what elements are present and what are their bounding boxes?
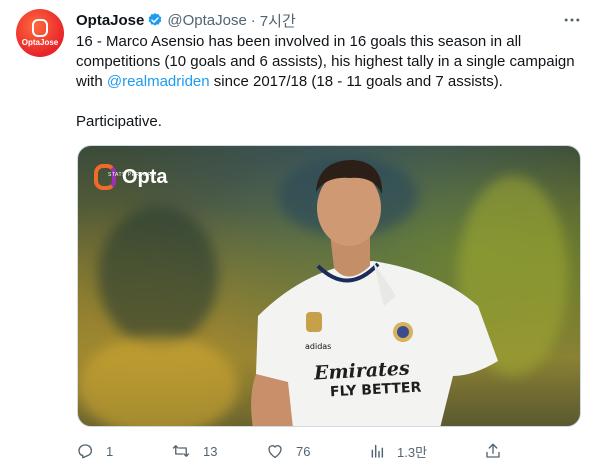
share-icon xyxy=(486,443,500,458)
retweet-button[interactable]: 13 xyxy=(171,442,266,460)
tweet-text-part-2: since 2017/18 (18 - 11 goals and 7 assis… xyxy=(209,73,503,90)
author-name[interactable]: OptaJose xyxy=(76,12,144,29)
retweet-icon xyxy=(172,445,190,457)
reply-button[interactable]: 1 xyxy=(76,442,171,460)
tweet-text: 16 - Marco Asensio has been involved in … xyxy=(76,32,586,132)
opta-logo-sub: STATS PERFORM xyxy=(108,172,157,178)
verified-icon xyxy=(147,12,163,28)
retweet-count: 13 xyxy=(203,443,218,459)
reply-icon xyxy=(78,444,93,459)
avatar[interactable]: OptaJose xyxy=(16,9,64,57)
shirt-shape xyxy=(256,261,498,426)
tweet-text-part-3: Participative. xyxy=(76,113,162,130)
tweet-actions: 1 13 76 1.3만 xyxy=(76,441,586,461)
reply-count: 1 xyxy=(106,443,114,459)
svg-text:adidas: adidas xyxy=(305,342,331,351)
opta-mark-icon xyxy=(32,19,48,37)
tweet-photo[interactable]: adidas Emirates FLY BETTER Opta STATS PE… xyxy=(77,145,581,427)
views-icon xyxy=(371,444,384,458)
like-count: 76 xyxy=(296,443,311,459)
separator-dot: · xyxy=(250,11,256,29)
author-handle[interactable]: @OptaJose xyxy=(167,12,246,29)
mention-link[interactable]: @realmadriden xyxy=(107,73,210,90)
share-button[interactable] xyxy=(484,442,514,460)
timestamp[interactable]: 7시간 xyxy=(260,10,296,31)
views-count: 1.3만 xyxy=(397,444,428,460)
views-button[interactable]: 1.3만 xyxy=(369,442,484,461)
like-icon xyxy=(268,445,282,459)
tweet-header: OptaJose @OptaJose · 7시간 xyxy=(76,10,582,30)
like-button[interactable]: 76 xyxy=(266,442,369,460)
avatar-label: OptaJose xyxy=(21,38,59,47)
